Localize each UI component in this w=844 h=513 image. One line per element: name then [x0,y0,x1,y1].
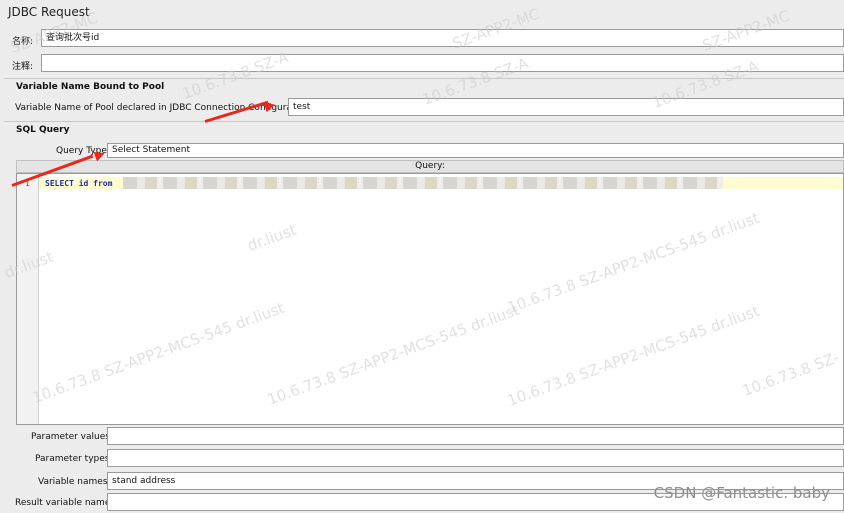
query-header: Query: [16,160,844,173]
parameter-types-label: Parameter types: [35,454,113,464]
parameter-types-field[interactable] [107,449,844,467]
line-number-gutter [17,174,39,424]
result-variable-label: Result variable name: [15,498,114,508]
pool-section: Variable Name Bound to Pool Variable Nam… [4,78,844,123]
comment-label: 注释: [12,62,34,72]
sql-section: SQL Query Query Type: Select Statement Q… [4,121,844,428]
name-field[interactable]: 查询批次号id [41,29,844,47]
variable-names-label: Variable names: [38,477,111,487]
parameter-values-label: Parameter values: [31,432,113,442]
pool-section-title: Variable Name Bound to Pool [16,82,165,92]
parameter-values-field[interactable] [107,427,844,445]
comment-field[interactable] [41,54,844,72]
query-text[interactable]: SELECT id from [45,179,112,188]
pool-name-field[interactable]: test [288,98,844,116]
query-type-select[interactable]: Select Statement [107,143,844,158]
name-label: 名称: [12,37,34,47]
query-editor[interactable]: 1 SELECT id from [16,173,844,425]
redacted-query-region [123,177,723,189]
window-title: JDBC Request [8,5,90,19]
sql-section-title: SQL Query [16,125,70,135]
csdn-credit: CSDN @Fantastic. baby [653,484,830,502]
